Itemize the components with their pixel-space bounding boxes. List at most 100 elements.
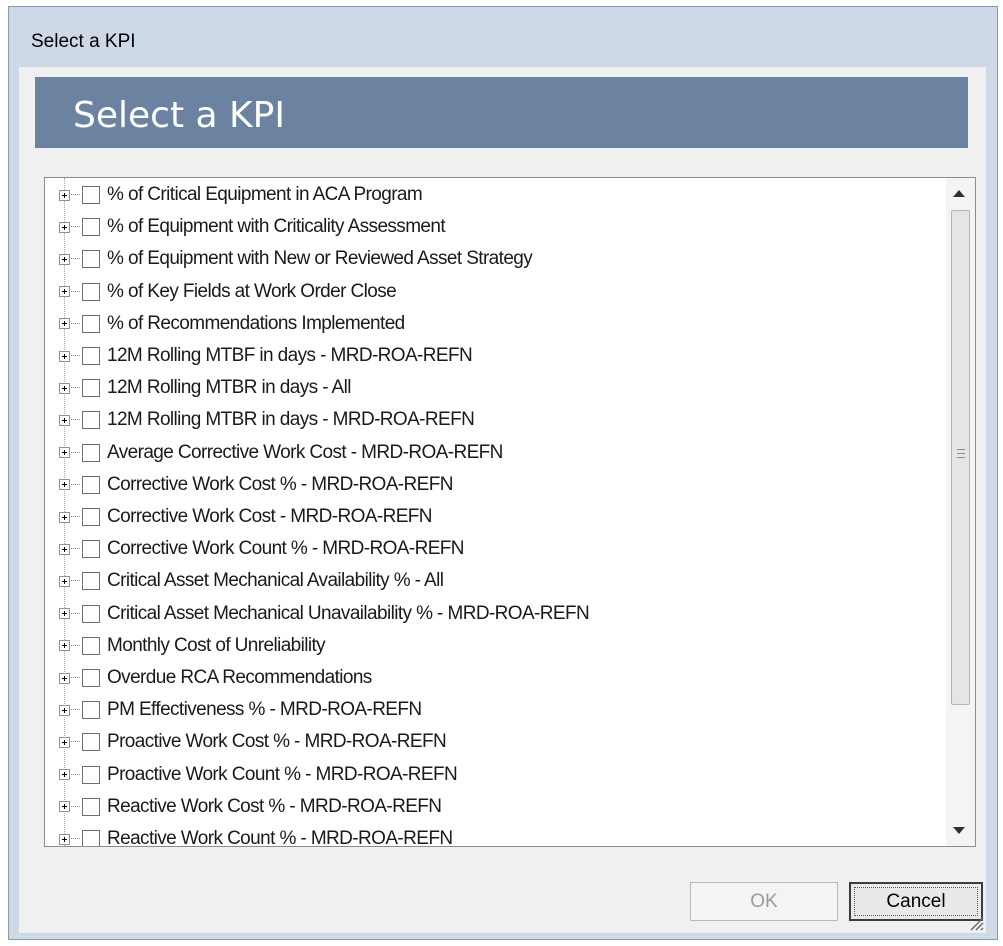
scroll-up-icon[interactable] [953,190,965,197]
vertical-scrollbar[interactable] [946,178,975,846]
plus-box-icon[interactable] [59,608,70,620]
kpi-tree-item[interactable]: PM Effectiveness % - MRD-ROA-REFN [59,697,939,723]
scroll-down-icon[interactable] [953,827,965,834]
kpi-checkbox[interactable] [82,347,100,365]
scrollbar-thumb[interactable] [951,210,970,705]
plus-box-icon[interactable] [59,414,70,426]
plus-box-icon[interactable] [59,769,70,781]
kpi-tree-item[interactable]: 12M Rolling MTBR in days - MRD-ROA-REFN [59,407,939,433]
tree-connector [71,355,80,357]
kpi-tree-item[interactable]: % of Key Fields at Work Order Close [59,279,939,305]
tree-connector [71,483,80,486]
resize-grip-icon[interactable] [968,915,984,931]
kpi-tree-item[interactable]: 12M Rolling MTBF in days - MRD-ROA-REFN [59,343,939,369]
kpi-tree-view[interactable]: % of Critical Equipment in ACA Program % … [44,177,976,847]
kpi-checkbox[interactable] [82,636,100,655]
kpi-label: Corrective Work Cost % - MRD-ROA-REFN [107,473,453,495]
kpi-tree-item[interactable]: Monthly Cost of Unreliability [59,633,939,659]
kpi-checkbox[interactable] [82,282,100,301]
kpi-label: 12M Rolling MTBF in days - MRD-ROA-REFN [107,345,473,366]
tree-connector [71,709,80,711]
dialog-window: Select a KPI Select a KPI % of Critical … [8,6,998,940]
tree-connector [71,838,80,840]
ok-button-label: OK [750,890,778,912]
tree-connector [71,226,80,228]
kpi-tree-item[interactable]: Critical Asset Mechanical Availability %… [59,568,939,594]
tree-connector [71,194,80,196]
plus-box-icon[interactable] [59,286,70,298]
kpi-checkbox[interactable] [82,572,100,591]
plus-box-icon[interactable] [59,736,70,748]
kpi-tree-item[interactable]: Proactive Work Count % - MRD-ROA-REFN [59,762,939,788]
kpi-tree-item[interactable]: % of Critical Equipment in ACA Program [59,182,939,208]
kpi-tree-item[interactable]: Overdue RCA Recommendations [59,665,939,691]
kpi-checkbox[interactable] [82,540,100,559]
tree-connector [71,258,80,260]
kpi-label: 12M Rolling MTBR in days - MRD-ROA-REFN [107,409,475,431]
tree-connector [71,580,80,582]
tree-connector [71,387,80,389]
kpi-checkbox[interactable] [82,701,100,720]
kpi-label: % of Equipment with Criticality Assessme… [107,216,446,238]
plus-box-icon[interactable] [59,640,70,652]
kpi-tree-item[interactable]: Corrective Work Cost % - MRD-ROA-REFN [59,472,939,498]
kpi-checkbox[interactable] [82,314,100,333]
tree-connector [71,612,80,615]
kpi-checkbox[interactable] [82,669,100,687]
kpi-tree-item[interactable]: Average Corrective Work Cost - MRD-ROA-R… [59,440,939,466]
tree-connector [71,805,80,808]
header-title: Select a KPI [73,95,285,136]
plus-box-icon[interactable] [59,511,70,523]
plus-box-icon[interactable] [59,350,70,362]
kpi-checkbox[interactable] [82,218,100,237]
kpi-label: Reactive Work Cost % - MRD-ROA-REFN [107,795,442,817]
plus-box-icon[interactable] [59,382,70,394]
plus-box-icon[interactable] [59,479,70,491]
kpi-checkbox[interactable] [82,604,100,623]
plus-box-icon[interactable] [59,672,70,684]
kpi-checkbox[interactable] [82,765,100,784]
plus-box-icon[interactable] [59,189,70,201]
kpi-label: % of Critical Equipment in ACA Program [107,184,423,205]
tree-connector [71,451,80,454]
plus-box-icon[interactable] [59,543,70,555]
kpi-label: 12M Rolling MTBR in days - All [107,377,351,399]
kpi-checkbox[interactable] [82,797,100,816]
ok-button[interactable]: OK [690,882,838,921]
kpi-checkbox[interactable] [82,379,100,398]
kpi-label: Overdue RCA Recommendations [107,667,372,688]
kpi-tree-item[interactable]: Reactive Work Cost % - MRD-ROA-REFN [59,794,939,820]
kpi-tree-item[interactable]: 12M Rolling MTBR in days - All [59,375,939,401]
kpi-label: % of Key Fields at Work Order Close [107,280,397,302]
kpi-tree-item[interactable]: Reactive Work Count % - MRD-ROA-REFN [59,826,939,846]
kpi-checkbox[interactable] [82,475,100,494]
kpi-tree-item[interactable]: % of Equipment with Criticality Assessme… [59,214,939,240]
kpi-tree-list: % of Critical Equipment in ACA Program % … [45,178,945,846]
title-bar[interactable]: Select a KPI [9,7,997,67]
plus-box-icon[interactable] [59,253,70,265]
kpi-checkbox[interactable] [82,830,100,846]
plus-box-icon[interactable] [59,575,70,587]
plus-box-icon[interactable] [59,833,70,845]
kpi-checkbox[interactable] [82,186,100,204]
kpi-tree-item[interactable]: Proactive Work Cost % - MRD-ROA-REFN [59,729,939,755]
plus-box-icon[interactable] [59,318,70,330]
kpi-checkbox[interactable] [82,733,100,752]
kpi-tree-item[interactable]: Critical Asset Mechanical Unavailability… [59,601,939,627]
cancel-button[interactable]: Cancel [849,882,983,921]
kpi-checkbox[interactable] [82,250,100,269]
kpi-tree-item[interactable]: Corrective Work Cost - MRD-ROA-REFN [59,504,939,530]
kpi-tree-item[interactable]: % of Recommendations Implemented [59,311,939,337]
plus-box-icon[interactable] [59,221,70,233]
plus-box-icon[interactable] [59,704,70,716]
kpi-checkbox[interactable] [82,508,100,526]
kpi-checkbox[interactable] [82,443,100,462]
plus-box-icon[interactable] [59,801,70,813]
kpi-tree-item[interactable]: % of Equipment with New or Reviewed Asse… [59,246,939,272]
tree-connector [71,677,80,679]
dialog-client-area: Select a KPI % of Critical Equipment in … [19,67,986,933]
kpi-checkbox[interactable] [82,411,100,430]
grip-line [957,449,965,450]
kpi-tree-item[interactable]: Corrective Work Count % - MRD-ROA-REFN [59,536,939,562]
plus-box-icon[interactable] [59,447,70,459]
